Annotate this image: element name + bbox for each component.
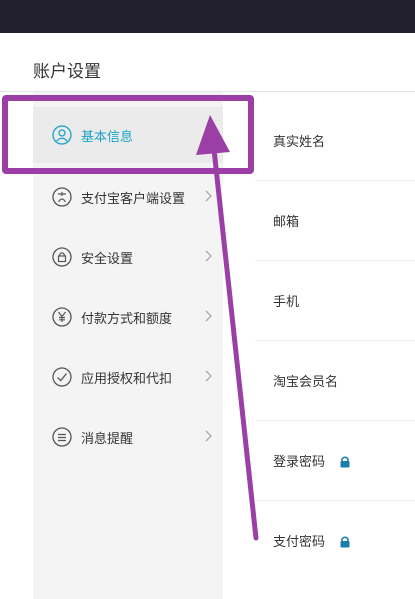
annotation-arrow — [196, 115, 259, 541]
